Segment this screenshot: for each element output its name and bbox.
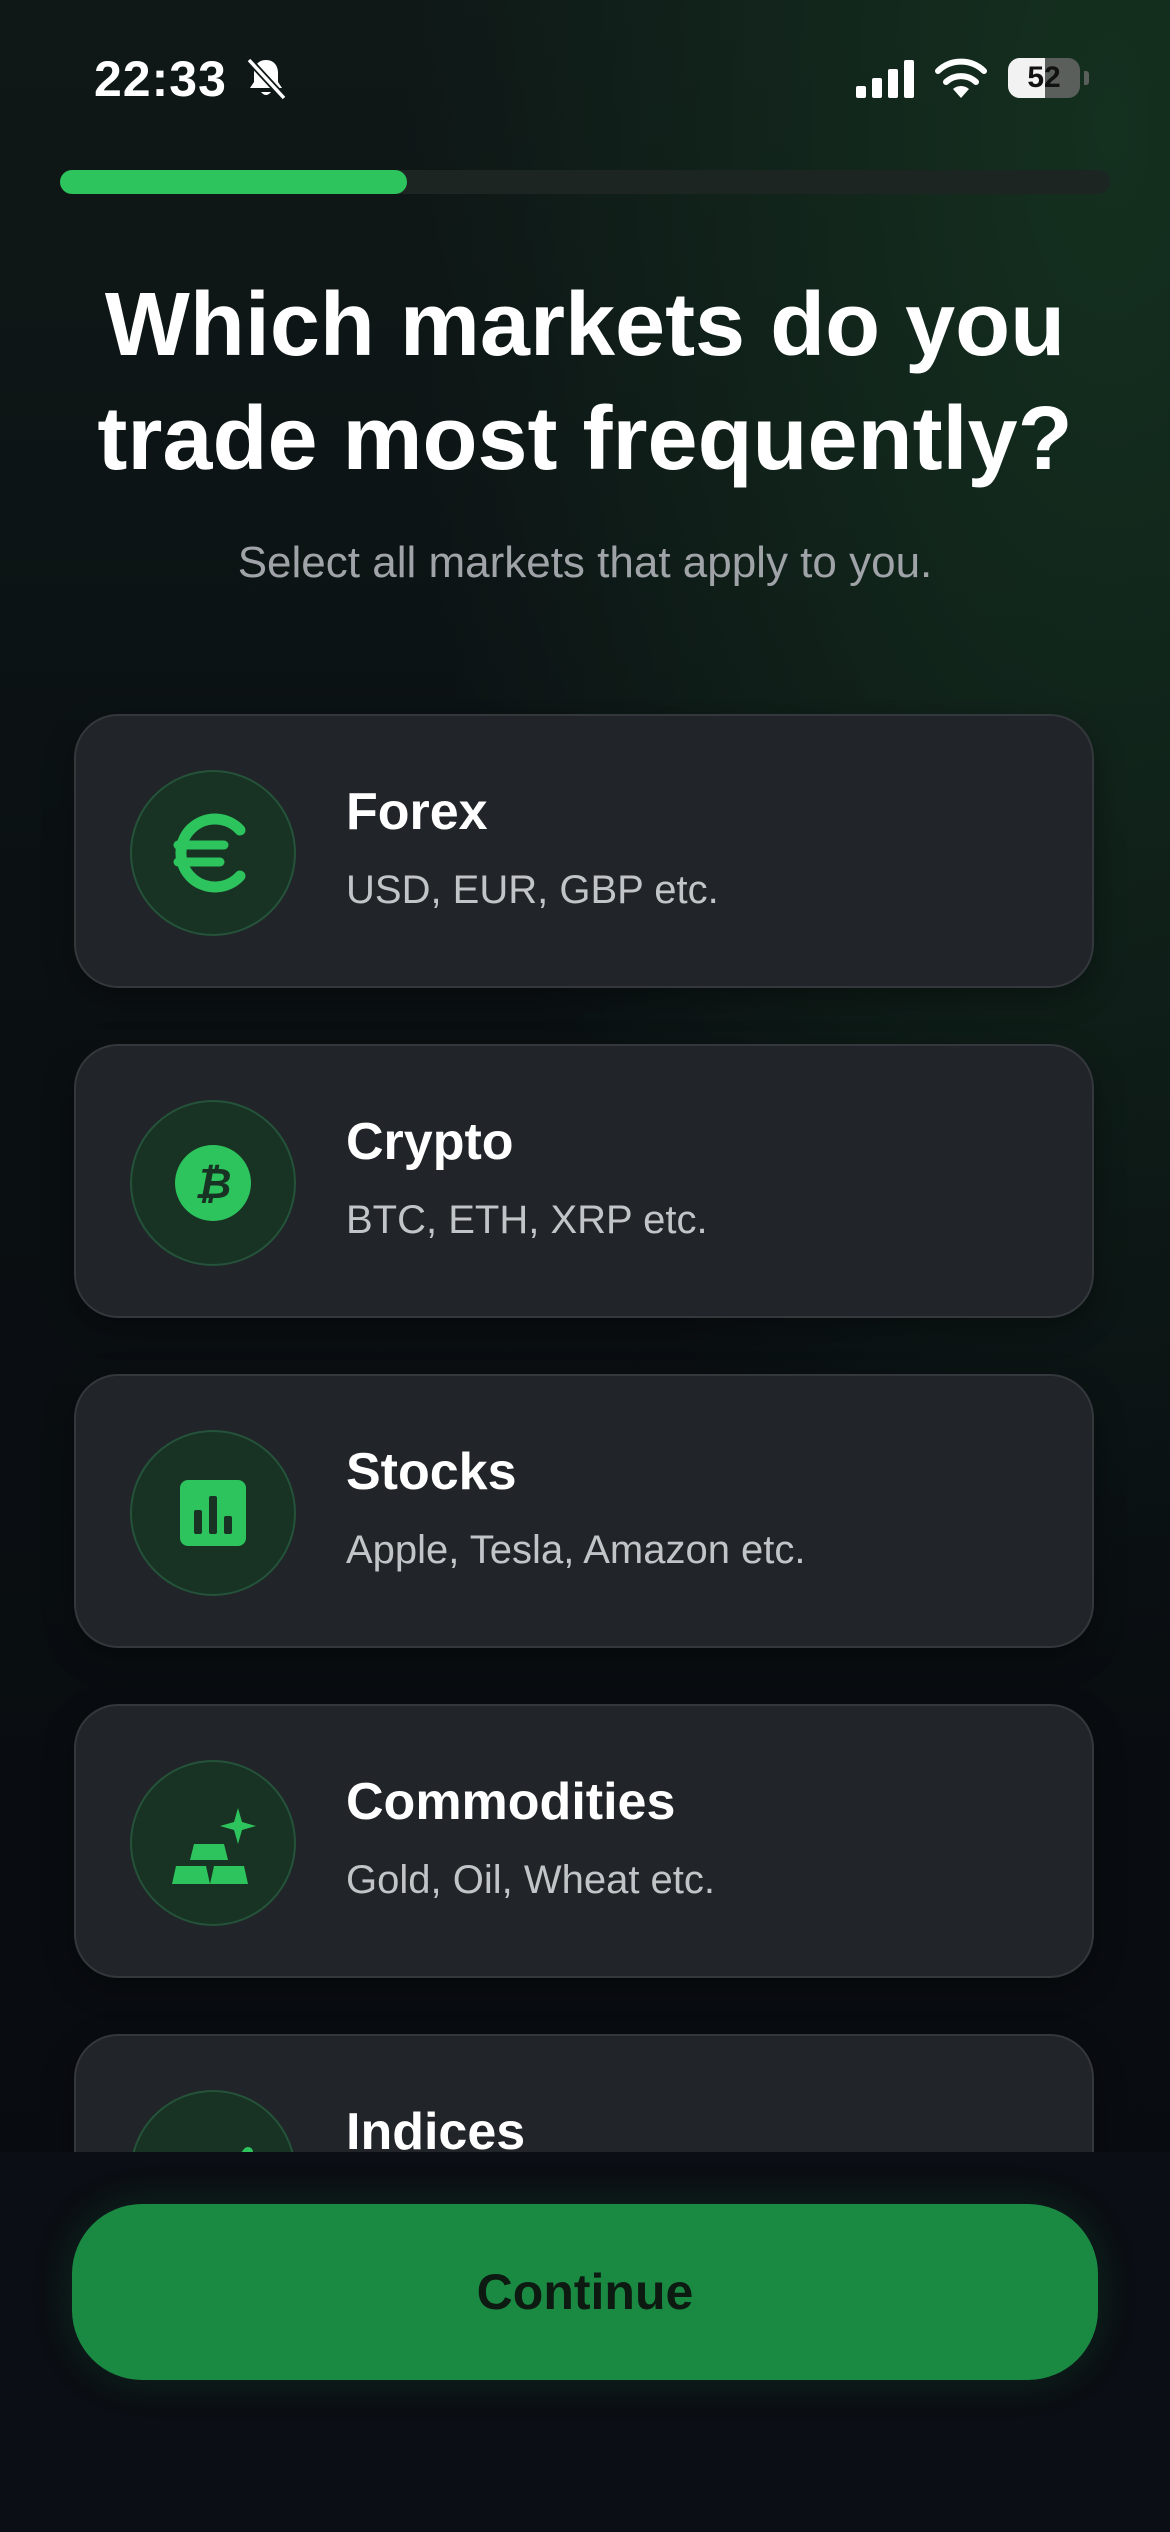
- status-time: 22:33: [94, 51, 227, 107]
- battery-percentage: 52: [1027, 61, 1061, 94]
- market-examples: Gold, Oil, Wheat etc.: [346, 1858, 716, 1902]
- index-chart-icon: [241, 2147, 253, 2152]
- market-card-indices[interactable]: Indices: [74, 2034, 1094, 2152]
- bitcoin-icon: ₿: [175, 1145, 251, 1221]
- progress-fill: [60, 170, 407, 194]
- market-title: Forex: [346, 783, 488, 841]
- market-icon-container: [130, 1430, 296, 1596]
- status-bar: 22:33 52: [0, 0, 1170, 150]
- continue-button[interactable]: Continue: [72, 2204, 1098, 2380]
- market-icon-container: [130, 770, 296, 936]
- battery-body: 52: [1008, 58, 1080, 98]
- euro-icon: [173, 813, 246, 893]
- wifi-icon: [935, 58, 987, 98]
- market-icon-container: ₿: [130, 1100, 296, 1266]
- market-list: Forex USD, EUR, GBP etc. ₿ Crypto BTC, E…: [0, 700, 1170, 2152]
- svg-text:₿: ₿: [195, 1159, 232, 1208]
- market-title: Indices: [346, 2103, 526, 2152]
- market-card-stocks[interactable]: Stocks Apple, Tesla, Amazon etc.: [74, 1374, 1094, 1648]
- battery-indicator: 52: [1008, 58, 1089, 98]
- market-card-forex[interactable]: Forex USD, EUR, GBP etc.: [74, 714, 1094, 988]
- market-icon-container: [130, 1760, 296, 1926]
- cellular-signal-icon: [856, 60, 914, 98]
- onboarding-progress-bar: [60, 170, 1110, 194]
- market-title: Commodities: [346, 1773, 676, 1831]
- market-examples: USD, EUR, GBP etc.: [346, 868, 719, 912]
- page-subtitle: Select all markets that apply to you.: [237, 538, 933, 587]
- page-title: Which markets do you trade most frequent…: [97, 275, 1073, 489]
- market-title: Stocks: [346, 1443, 517, 1501]
- market-icon-container: [130, 2090, 296, 2152]
- market-examples: Apple, Tesla, Amazon etc.: [346, 1528, 806, 1572]
- bar-chart-icon: [180, 1480, 246, 1546]
- silent-bell-icon: [246, 57, 287, 101]
- market-card-commodities[interactable]: Commodities Gold, Oil, Wheat etc.: [74, 1704, 1094, 1978]
- market-card-crypto[interactable]: ₿ Crypto BTC, ETH, XRP etc.: [74, 1044, 1094, 1318]
- market-title: Crypto: [346, 1113, 514, 1171]
- market-examples: BTC, ETH, XRP etc.: [346, 1198, 708, 1242]
- battery-tip: [1084, 71, 1089, 85]
- gold-bars-icon: [172, 1808, 256, 1884]
